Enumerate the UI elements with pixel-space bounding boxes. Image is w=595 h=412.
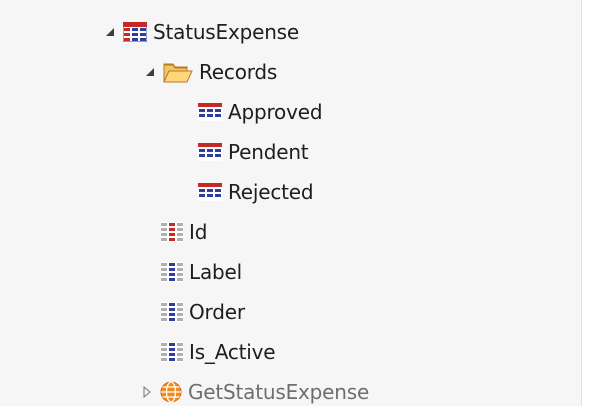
tree-node-record[interactable]: Pendent (198, 132, 309, 172)
record-icon (198, 183, 222, 201)
attribute-icon (161, 342, 183, 362)
folder-open-icon (163, 61, 193, 83)
tree-node-attribute[interactable]: Label (161, 252, 242, 292)
tree-node-records-folder[interactable]: Records (143, 52, 277, 92)
attribute-icon (161, 262, 183, 282)
identifier-attribute-icon (161, 222, 183, 242)
record-label: Pendent (228, 140, 309, 164)
tree-node-attribute[interactable]: Is_Active (161, 332, 276, 372)
attribute-label: Id (189, 220, 208, 244)
expand-arrow-icon[interactable] (140, 385, 154, 399)
entity-table-icon (123, 22, 147, 42)
tree-node-entity[interactable]: StatusExpense (103, 12, 299, 52)
entity-label: StatusExpense (153, 20, 300, 44)
action-label: GetStatusExpense (188, 380, 370, 404)
expand-collapse-arrow-icon[interactable] (103, 25, 117, 39)
records-folder-label: Records (199, 60, 278, 84)
tree-node-attribute[interactable]: Order (161, 292, 245, 332)
record-icon (198, 103, 222, 121)
attribute-label: Label (189, 260, 242, 284)
action-globe-icon (160, 381, 182, 403)
tree-node-record[interactable]: Rejected (198, 172, 314, 212)
expand-collapse-arrow-icon[interactable] (143, 65, 157, 79)
tree-panel: StatusExpense Records Approved Pendent R… (0, 0, 582, 406)
record-label: Approved (228, 100, 323, 124)
tree-node-action[interactable]: GetStatusExpense (140, 372, 369, 412)
attribute-label: Is_Active (189, 340, 276, 364)
tree-node-record[interactable]: Approved (198, 92, 323, 132)
tree-node-attribute[interactable]: Id (161, 212, 207, 252)
record-icon (198, 143, 222, 161)
record-label: Rejected (228, 180, 314, 204)
attribute-icon (161, 302, 183, 322)
attribute-label: Order (189, 300, 245, 324)
